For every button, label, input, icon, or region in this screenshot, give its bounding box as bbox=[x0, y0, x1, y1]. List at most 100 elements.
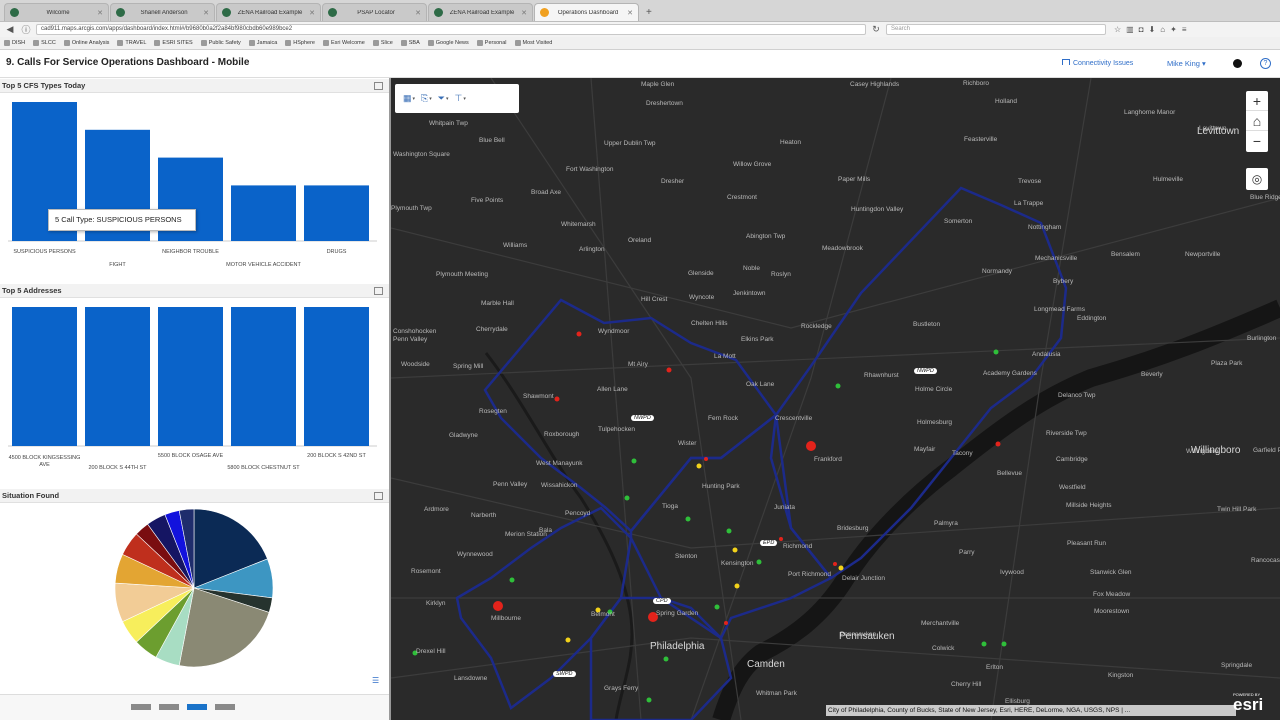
chart-bar[interactable] bbox=[85, 307, 150, 446]
incident-marker[interactable] bbox=[624, 495, 630, 501]
bookmark-button[interactable]: ⊤ ▾ bbox=[454, 93, 465, 104]
incident-marker[interactable] bbox=[565, 637, 571, 643]
bookmark-item[interactable]: Esri Welcome bbox=[323, 40, 365, 46]
page-dot[interactable] bbox=[215, 704, 235, 710]
browser-tab[interactable]: ZENA Railroad Example ✕ bbox=[216, 3, 321, 21]
incident-marker[interactable] bbox=[493, 601, 503, 611]
chart-bar[interactable] bbox=[231, 307, 296, 446]
address-bar[interactable]: cad911.maps.arcgis.com/apps/dashboard/in… bbox=[36, 24, 866, 35]
incident-marker[interactable] bbox=[704, 457, 708, 461]
zoom-in-button[interactable]: + bbox=[1246, 91, 1268, 111]
incident-marker[interactable] bbox=[554, 396, 560, 402]
connectivity-status[interactable]: Connectivity Issues bbox=[1062, 59, 1133, 67]
help-icon[interactable]: ? bbox=[1260, 58, 1271, 69]
incident-marker[interactable] bbox=[631, 458, 637, 464]
download-icon[interactable]: ⬇ bbox=[1149, 25, 1156, 34]
incident-marker[interactable] bbox=[756, 559, 762, 565]
pocket-icon[interactable]: ◘ bbox=[1139, 25, 1144, 34]
incident-marker[interactable] bbox=[666, 367, 672, 373]
incident-marker[interactable] bbox=[696, 463, 702, 469]
district-badge[interactable]: EPD bbox=[760, 540, 778, 546]
district-badge[interactable]: NWPD bbox=[631, 415, 654, 421]
close-icon[interactable]: ✕ bbox=[97, 9, 103, 17]
home-button[interactable]: ⌂ bbox=[1246, 111, 1268, 131]
page-dot-active[interactable] bbox=[187, 704, 207, 710]
browser-tab[interactable]: Operations Dashboard ✕ bbox=[534, 3, 639, 21]
extension-icon[interactable]: ✦ bbox=[1170, 25, 1177, 34]
share-button[interactable]: ⎘ ▾ bbox=[421, 93, 432, 104]
star-icon[interactable]: ☆ bbox=[1114, 25, 1121, 34]
legend-icon[interactable]: ☰ bbox=[372, 676, 381, 686]
incident-marker[interactable] bbox=[981, 641, 987, 647]
incident-marker[interactable] bbox=[685, 516, 691, 522]
map-view[interactable]: Maple Glen Upper Dublin Twp Fort Washingto… bbox=[391, 78, 1280, 720]
close-icon[interactable]: ✕ bbox=[309, 9, 315, 17]
browser-tab[interactable]: Shanell Anderson ✕ bbox=[110, 3, 215, 21]
district-badge[interactable]: CPD bbox=[653, 598, 671, 604]
bookmark-item[interactable]: Personal bbox=[476, 40, 507, 46]
chart-bar[interactable] bbox=[158, 307, 223, 446]
close-icon[interactable]: ✕ bbox=[521, 9, 527, 17]
incident-marker[interactable] bbox=[724, 621, 728, 625]
incident-marker[interactable] bbox=[993, 349, 999, 355]
bookmark-item[interactable]: HSphere bbox=[285, 40, 315, 46]
expand-icon[interactable] bbox=[374, 82, 383, 90]
incident-marker[interactable] bbox=[726, 528, 732, 534]
bookmark-item[interactable]: TRAVEL bbox=[117, 40, 146, 46]
theme-toggle[interactable] bbox=[1233, 59, 1242, 68]
incident-marker[interactable] bbox=[576, 331, 582, 337]
incident-marker[interactable] bbox=[779, 537, 783, 541]
page-dot[interactable] bbox=[131, 704, 151, 710]
reload-icon[interactable]: ↻ bbox=[870, 24, 882, 35]
filter-button[interactable]: ⏷ ▾ bbox=[438, 93, 449, 104]
user-menu[interactable]: Mike King ▾ bbox=[1167, 59, 1206, 68]
close-icon[interactable]: ✕ bbox=[415, 9, 421, 17]
chart-bar[interactable] bbox=[12, 307, 77, 446]
menu-icon[interactable]: ≡ bbox=[1182, 25, 1187, 34]
layers-button[interactable]: ▦ ▾ bbox=[403, 93, 415, 104]
browser-search-input[interactable]: Search bbox=[886, 24, 1106, 35]
bookmark-item[interactable]: ESRI SITES bbox=[154, 40, 193, 46]
chart-bar[interactable] bbox=[304, 307, 369, 446]
incident-marker[interactable] bbox=[732, 547, 738, 553]
back-icon[interactable]: ◀ bbox=[4, 24, 16, 35]
bookmark-item[interactable]: Most Visited bbox=[514, 40, 552, 46]
bookmark-item[interactable]: Slice bbox=[372, 40, 393, 46]
close-icon[interactable]: ✕ bbox=[203, 9, 209, 17]
incident-marker[interactable] bbox=[714, 604, 720, 610]
incident-marker[interactable] bbox=[838, 565, 844, 571]
incident-marker[interactable] bbox=[646, 697, 652, 703]
browser-tab[interactable]: ZENA Railroad Example ✕ bbox=[428, 3, 533, 21]
page-dot[interactable] bbox=[159, 704, 179, 710]
incident-marker[interactable] bbox=[663, 656, 669, 662]
incident-marker[interactable] bbox=[1001, 641, 1007, 647]
chart-bar[interactable] bbox=[231, 185, 296, 241]
incident-marker[interactable] bbox=[734, 583, 740, 589]
incident-marker[interactable] bbox=[995, 441, 1001, 447]
zoom-out-button[interactable]: − bbox=[1246, 131, 1268, 151]
close-icon[interactable]: ✕ bbox=[627, 9, 633, 17]
bookmark-item[interactable]: Jamaica bbox=[248, 40, 277, 46]
bookmark-item[interactable]: SLCC bbox=[33, 40, 56, 46]
locate-button[interactable]: ◎ bbox=[1246, 168, 1268, 190]
expand-icon[interactable] bbox=[374, 492, 383, 500]
incident-marker[interactable] bbox=[835, 383, 841, 389]
chart-bar[interactable] bbox=[304, 185, 369, 241]
incident-marker[interactable] bbox=[806, 441, 816, 451]
info-icon[interactable]: ⓘ bbox=[20, 23, 32, 36]
new-tab-button[interactable]: + bbox=[640, 7, 658, 21]
bookmark-item[interactable]: Google News bbox=[427, 40, 469, 46]
browser-tab[interactable]: Wilcome ✕ bbox=[4, 3, 109, 21]
district-badge[interactable]: NWPD bbox=[914, 368, 937, 374]
home-icon[interactable]: ⌂ bbox=[1160, 25, 1165, 34]
bookmark-item[interactable]: DISH bbox=[4, 40, 25, 46]
district-badge[interactable]: SWPD bbox=[553, 671, 576, 677]
expand-icon[interactable] bbox=[374, 287, 383, 295]
bookmark-item[interactable]: Online Analysis bbox=[63, 40, 109, 46]
incident-marker[interactable] bbox=[509, 577, 515, 583]
browser-tab[interactable]: PSAP Locator ✕ bbox=[322, 3, 427, 21]
bookmark-item[interactable]: SBA bbox=[400, 40, 420, 46]
incident-marker[interactable] bbox=[833, 562, 837, 566]
bookmark-item[interactable]: Public Safety bbox=[200, 40, 241, 46]
library-icon[interactable]: ▥ bbox=[1126, 25, 1134, 34]
